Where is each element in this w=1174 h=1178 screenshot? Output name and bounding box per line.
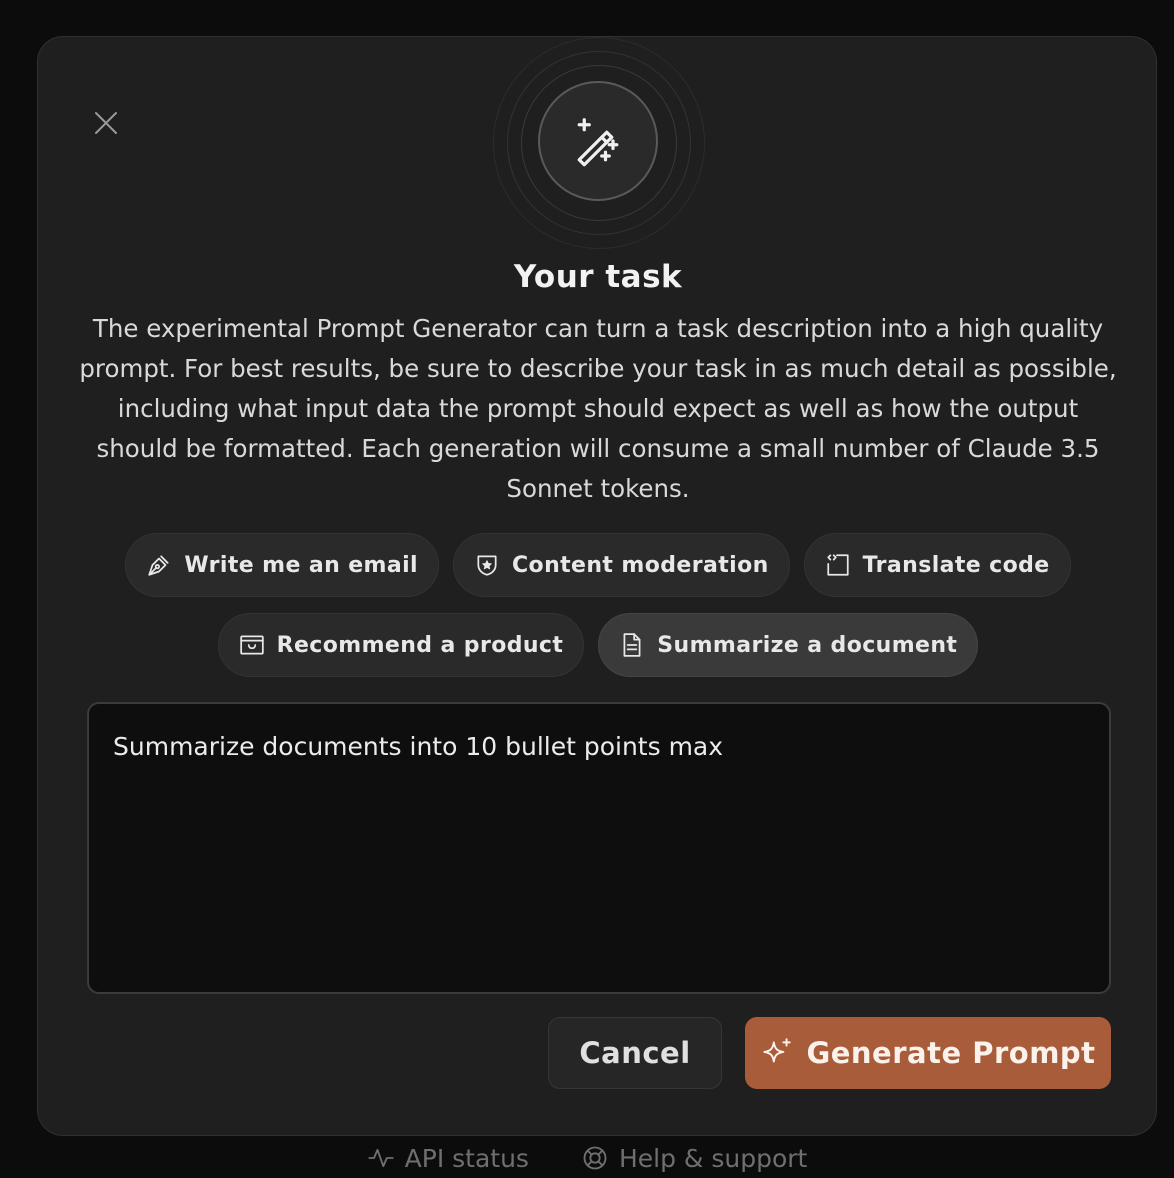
close-icon (95, 112, 117, 134)
example-chip-label: Content moderation (512, 552, 769, 578)
lifebuoy-icon (583, 1146, 607, 1170)
example-chips-row-1: Write me an email Content moderation Tra… (38, 533, 1158, 597)
hero-badge (493, 37, 705, 249)
prompt-generator-dialog: Your task The experimental Prompt Genera… (37, 36, 1157, 1136)
hero-icon-circle (538, 81, 658, 201)
example-chip-label: Write me an email (184, 552, 419, 578)
sparkle-icon (763, 1038, 792, 1063)
magic-wand-icon (577, 118, 619, 167)
close-button[interactable] (88, 105, 124, 141)
help-support-link[interactable]: Help & support (581, 1138, 807, 1178)
code-window-icon (827, 554, 849, 576)
example-chips-row-2: Recommend a product Summarize a document (38, 613, 1158, 677)
cancel-button-label: Cancel (579, 1036, 691, 1070)
example-chip-label: Recommend a product (276, 632, 564, 658)
example-chip-write-email[interactable]: Write me an email (125, 533, 440, 597)
shopping-box-icon (239, 635, 264, 655)
example-chip-translate-code[interactable]: Translate code (803, 533, 1071, 597)
example-chip-label: Translate code (862, 552, 1050, 578)
example-chip-summarize-document[interactable]: Summarize a document (598, 613, 979, 677)
example-chip-label: Summarize a document (657, 632, 958, 658)
generate-prompt-button[interactable]: Generate Prompt (745, 1017, 1111, 1089)
shield-star-icon (477, 555, 497, 576)
task-description-input[interactable]: Summarize documents into 10 bullet point… (87, 702, 1111, 994)
example-chip-content-moderation[interactable]: Content moderation (453, 533, 790, 597)
document-icon (623, 633, 641, 657)
dialog-description: The experimental Prompt Generator can tu… (79, 314, 1117, 503)
api-status-link[interactable]: API status (367, 1138, 529, 1178)
task-description-value: Summarize documents into 10 bullet point… (113, 732, 724, 761)
dialog-title: Your task (513, 259, 683, 295)
api-status-label: API status (404, 1143, 529, 1173)
example-chip-recommend-product[interactable]: Recommend a product (217, 613, 585, 677)
cancel-button[interactable]: Cancel (548, 1017, 722, 1089)
pen-icon (148, 555, 169, 576)
page-footer: API status Help & support (0, 1138, 1174, 1178)
help-support-label: Help & support (618, 1143, 808, 1173)
activity-icon (368, 1148, 394, 1168)
generate-prompt-label: Generate Prompt (806, 1036, 1096, 1070)
